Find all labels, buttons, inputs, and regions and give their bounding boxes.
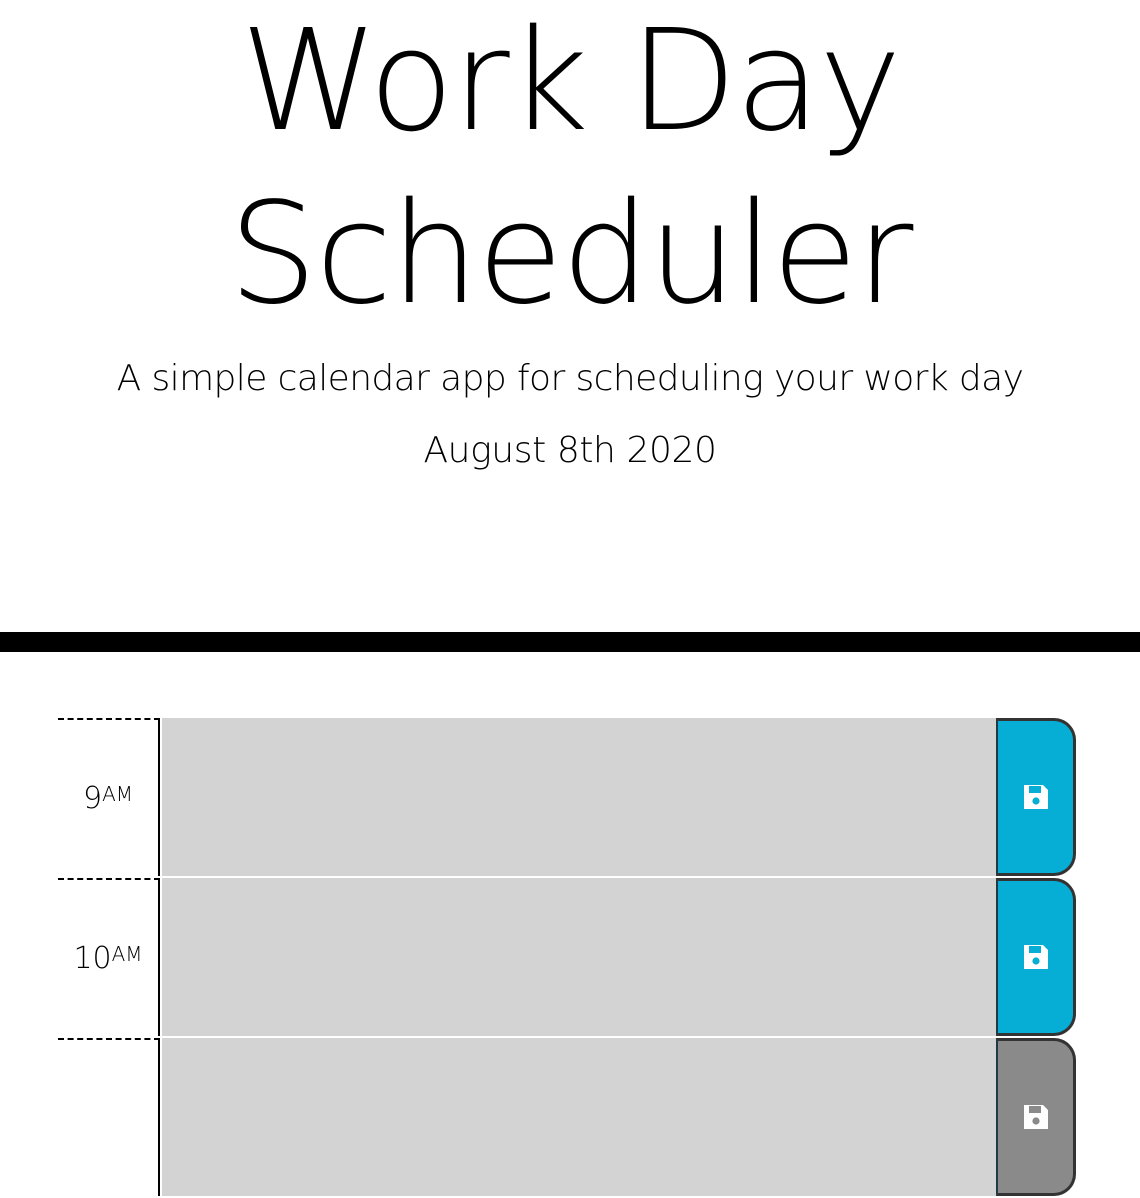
floppy-disk-icon <box>1023 785 1048 809</box>
floppy-disk-icon <box>1023 1105 1048 1129</box>
save-button[interactable] <box>996 718 1076 876</box>
save-button[interactable] <box>996 1038 1076 1196</box>
time-block-row: 9 AM <box>58 718 1076 878</box>
hour-label: 10 AM <box>58 878 160 1036</box>
hour-period: AM <box>102 782 134 806</box>
hour-number: 10 <box>73 940 112 976</box>
time-block-row <box>58 1038 1076 1198</box>
event-description-input[interactable] <box>162 878 996 1038</box>
page-title-line-1: Work Day <box>240 0 901 163</box>
schedule-container: 9 AM 10 AM <box>0 652 1140 1198</box>
page-title-line-2: Scheduler <box>228 173 914 336</box>
current-day: August 8th 2020 <box>423 430 717 471</box>
hour-label <box>58 1038 160 1196</box>
save-button[interactable] <box>996 878 1076 1036</box>
time-block-row: 10 AM <box>58 878 1076 1038</box>
floppy-disk-icon <box>1023 945 1048 969</box>
header: Work Day Scheduler A simple calendar app… <box>0 0 1140 632</box>
hour-number: 9 <box>82 780 103 816</box>
header-divider <box>0 632 1140 652</box>
event-description-input[interactable] <box>162 718 996 878</box>
page-subtitle: A simple calendar app for scheduling you… <box>116 358 1024 399</box>
event-description-input[interactable] <box>162 1038 996 1198</box>
hour-period: AM <box>111 942 143 966</box>
hour-label: 9 AM <box>58 718 160 876</box>
